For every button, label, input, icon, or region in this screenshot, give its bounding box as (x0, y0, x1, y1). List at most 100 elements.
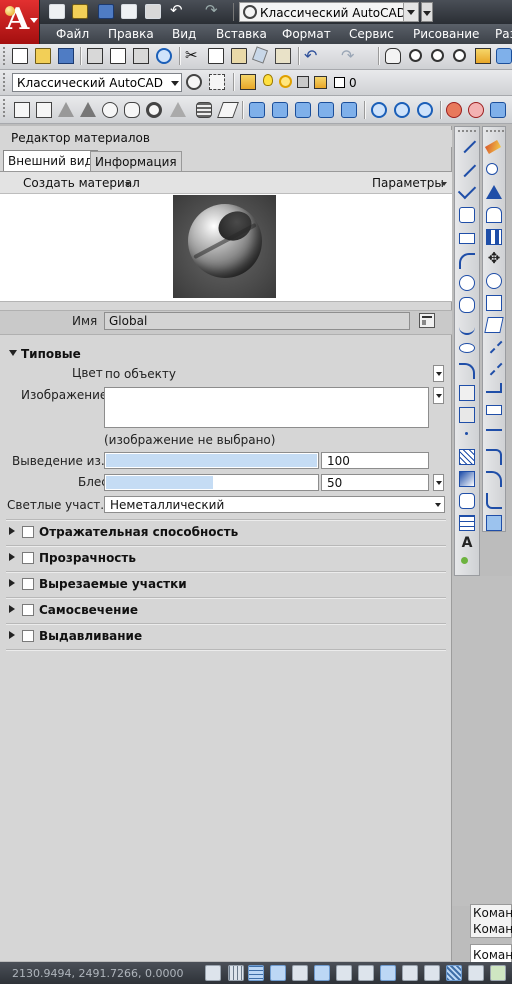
menu-view[interactable]: Вид (172, 27, 196, 41)
bump-checkbox[interactable] (22, 630, 34, 642)
infer-constraints-icon[interactable] (205, 965, 221, 981)
extend-icon[interactable] (485, 358, 503, 376)
zoom-window-icon[interactable] (431, 49, 444, 62)
block-editor-icon[interactable] (275, 48, 291, 64)
grid-display-icon[interactable] (248, 965, 264, 981)
3d-dwf-icon[interactable] (156, 48, 172, 64)
paste-icon[interactable] (231, 48, 247, 64)
properties-icon[interactable] (475, 48, 491, 64)
image-fade-slider[interactable] (104, 452, 319, 469)
insert-block-icon[interactable] (459, 385, 475, 401)
polyline-icon[interactable] (457, 180, 477, 200)
scale-icon[interactable] (486, 295, 502, 311)
menu-edit[interactable]: Правка (108, 27, 154, 41)
rotate-icon[interactable] (486, 273, 502, 289)
tab-information[interactable]: Информация (90, 151, 182, 171)
open-icon[interactable] (35, 48, 51, 64)
quick-properties-icon[interactable] (468, 965, 484, 981)
object-snap-tracking-icon[interactable] (358, 965, 374, 981)
lock-icon[interactable] (297, 76, 309, 88)
layer-sheet-icon[interactable] (314, 76, 327, 89)
layer-manager-icon[interactable] (240, 74, 256, 90)
presspull-icon[interactable] (272, 102, 288, 118)
parameters-button[interactable]: Параметры (372, 176, 444, 190)
revolve-icon[interactable] (318, 102, 334, 118)
join-icon[interactable] (486, 429, 502, 435)
zoom-previous-icon[interactable] (453, 49, 466, 62)
plot-icon[interactable] (145, 4, 161, 19)
box-icon[interactable] (36, 102, 52, 118)
circle-icon[interactable] (459, 275, 475, 291)
palette-title-bar[interactable]: Редактор материалов (0, 130, 452, 147)
new-icon[interactable] (12, 48, 28, 64)
erase-icon[interactable] (484, 140, 502, 154)
chevron-down-icon[interactable] (441, 182, 447, 186)
polar-tracking-icon[interactable] (292, 965, 308, 981)
break-icon[interactable] (486, 405, 502, 415)
match-properties-icon[interactable] (251, 46, 269, 64)
point-icon[interactable] (465, 432, 468, 435)
pan-icon[interactable] (385, 48, 401, 64)
workspace-settings-gear-icon[interactable] (186, 74, 202, 90)
undo-icon[interactable]: ↶ (304, 48, 320, 64)
toolbar-grip[interactable] (3, 47, 7, 65)
toolbar-grip[interactable] (486, 130, 504, 134)
command-input[interactable]: Команд (470, 944, 512, 964)
redo-icon[interactable]: ↷ (205, 3, 221, 19)
drawing-area[interactable] (452, 576, 512, 906)
multiline-text-icon[interactable]: A (459, 535, 475, 551)
self-illumination-section-title[interactable]: Самосвечение (39, 603, 138, 617)
self-illumination-checkbox[interactable] (22, 604, 34, 616)
lineweight-icon[interactable] (424, 965, 440, 981)
layer-color-swatch-icon[interactable] (334, 77, 345, 88)
expand-triangle-icon[interactable] (9, 553, 15, 561)
union-icon[interactable] (371, 102, 387, 118)
zoom-realtime-icon[interactable] (409, 49, 422, 62)
make-block-icon[interactable] (459, 407, 475, 423)
glossiness-slider[interactable] (104, 474, 319, 491)
intersect-icon[interactable] (417, 102, 433, 118)
transparency-section-title[interactable]: Прозрачность (39, 551, 136, 565)
glossiness-value-field[interactable]: 50 (321, 474, 429, 491)
offset-icon[interactable] (486, 207, 502, 223)
3d-align-icon[interactable] (490, 102, 506, 118)
design-center-icon[interactable] (496, 48, 512, 64)
menu-draw[interactable]: Рисование (413, 27, 479, 41)
extrude-icon[interactable] (249, 102, 265, 118)
menu-tools[interactable]: Сервис (349, 27, 394, 41)
region-icon[interactable] (459, 493, 475, 509)
saveas-icon[interactable] (121, 4, 137, 19)
sun-icon[interactable] (279, 75, 292, 88)
cut-icon[interactable]: ✂ (185, 48, 201, 64)
cursor-coordinates[interactable]: 2130.9494, 2491.7266, 0.0000 (12, 967, 183, 980)
expand-triangle-icon[interactable] (9, 527, 15, 535)
plot-icon[interactable] (87, 48, 103, 64)
toolbar-grip[interactable] (458, 130, 476, 134)
menu-file[interactable]: Файл (56, 27, 89, 41)
helix-icon[interactable] (196, 102, 212, 118)
object-snap-icon[interactable] (314, 965, 330, 981)
glossiness-dropdown-chevron-icon[interactable] (433, 474, 444, 491)
image-slot[interactable] (104, 387, 429, 428)
selection-cycling-icon[interactable] (490, 965, 506, 981)
3d-rotate-icon[interactable] (468, 102, 484, 118)
ortho-mode-icon[interactable] (270, 965, 286, 981)
reflectivity-checkbox[interactable] (22, 526, 34, 538)
explode-icon[interactable] (486, 515, 502, 531)
plot-preview-icon[interactable] (110, 48, 126, 64)
image-dropdown-chevron-icon[interactable] (433, 387, 444, 404)
subtract-icon[interactable] (394, 102, 410, 118)
color-dropdown-chevron-icon[interactable] (433, 365, 444, 382)
ellipse-icon[interactable] (459, 343, 475, 353)
cone-icon[interactable] (80, 102, 96, 117)
menu-format[interactable]: Формат (282, 27, 331, 41)
sweep-icon[interactable] (295, 102, 311, 118)
workspace-switcher[interactable]: Классический AutoCAD (239, 2, 419, 22)
fillet-icon[interactable] (486, 471, 502, 487)
create-material-button[interactable]: Создать материал (23, 176, 140, 190)
qopen-icon[interactable] (72, 4, 88, 19)
move-icon[interactable]: ✥ (486, 249, 502, 267)
add-selected-icon[interactable] (461, 557, 468, 564)
snap-mode-icon[interactable] (228, 965, 244, 981)
copy-object-icon[interactable] (486, 163, 498, 175)
